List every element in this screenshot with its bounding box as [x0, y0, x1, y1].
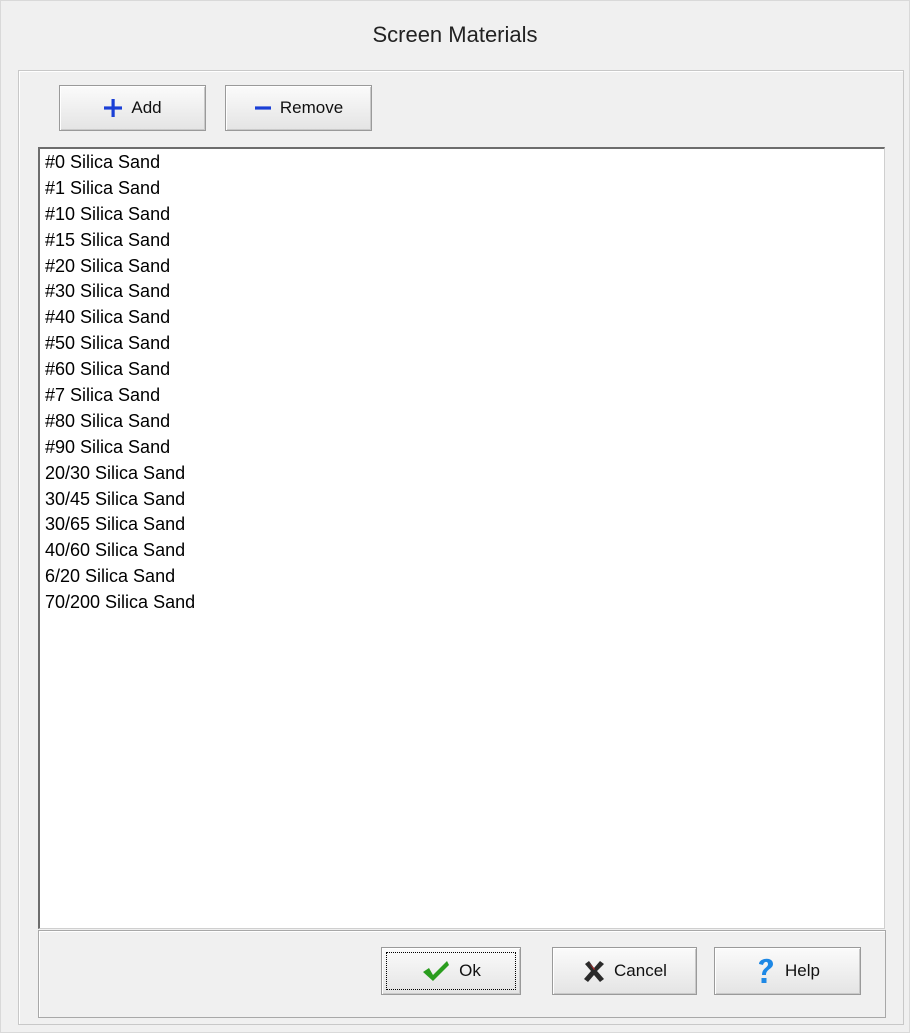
minus-icon — [254, 98, 272, 118]
x-icon — [582, 959, 606, 983]
list-item[interactable]: 70/200 Silica Sand — [45, 590, 884, 616]
list-item[interactable]: #1 Silica Sand — [45, 176, 884, 202]
list-item[interactable]: #7 Silica Sand — [45, 383, 884, 409]
list-item[interactable]: 40/60 Silica Sand — [45, 538, 884, 564]
question-mark-icon — [755, 956, 777, 986]
cancel-button[interactable]: Cancel — [552, 947, 697, 995]
materials-list[interactable]: #0 Silica Sand #1 Silica Sand #10 Silica S… — [38, 147, 885, 929]
list-item[interactable]: #40 Silica Sand — [45, 305, 884, 331]
help-button-label: Help — [785, 961, 820, 980]
remove-button[interactable]: Remove — [225, 85, 372, 131]
list-item[interactable]: #80 Silica Sand — [45, 409, 884, 435]
list-item[interactable]: #10 Silica Sand — [45, 202, 884, 228]
dialog-title: Screen Materials — [1, 1, 909, 69]
add-button[interactable]: Add — [59, 85, 206, 131]
list-item[interactable]: #60 Silica Sand — [45, 357, 884, 383]
content-panel: Add Remove #0 Silica Sand #1 Silica Sand #… — [18, 70, 904, 1025]
remove-button-label: Remove — [279, 98, 344, 117]
plus-icon — [103, 98, 123, 118]
list-item[interactable]: #90 Silica Sand — [45, 435, 884, 461]
list-item[interactable]: 30/45 Silica Sand — [45, 487, 884, 513]
focus-rectangle — [386, 952, 516, 990]
list-item[interactable]: #20 Silica Sand — [45, 254, 884, 280]
list-item[interactable]: #50 Silica Sand — [45, 331, 884, 357]
cancel-button-label: Cancel — [614, 961, 667, 980]
list-item[interactable]: #0 Silica Sand — [45, 150, 884, 176]
add-button-label: Add — [131, 98, 162, 117]
list-item[interactable]: 30/65 Silica Sand — [45, 512, 884, 538]
ok-button[interactable]: Ok — [381, 947, 521, 995]
screen-materials-dialog: Screen Materials Add Remove #0 Silica Sa… — [0, 0, 910, 1033]
list-item[interactable]: 20/30 Silica Sand — [45, 461, 884, 487]
list-item[interactable]: #30 Silica Sand — [45, 279, 884, 305]
help-button[interactable]: Help — [714, 947, 861, 995]
list-item[interactable]: 6/20 Silica Sand — [45, 564, 884, 590]
list-item[interactable]: #15 Silica Sand — [45, 228, 884, 254]
footer-bar: Ok Cancel Help — [38, 930, 886, 1018]
